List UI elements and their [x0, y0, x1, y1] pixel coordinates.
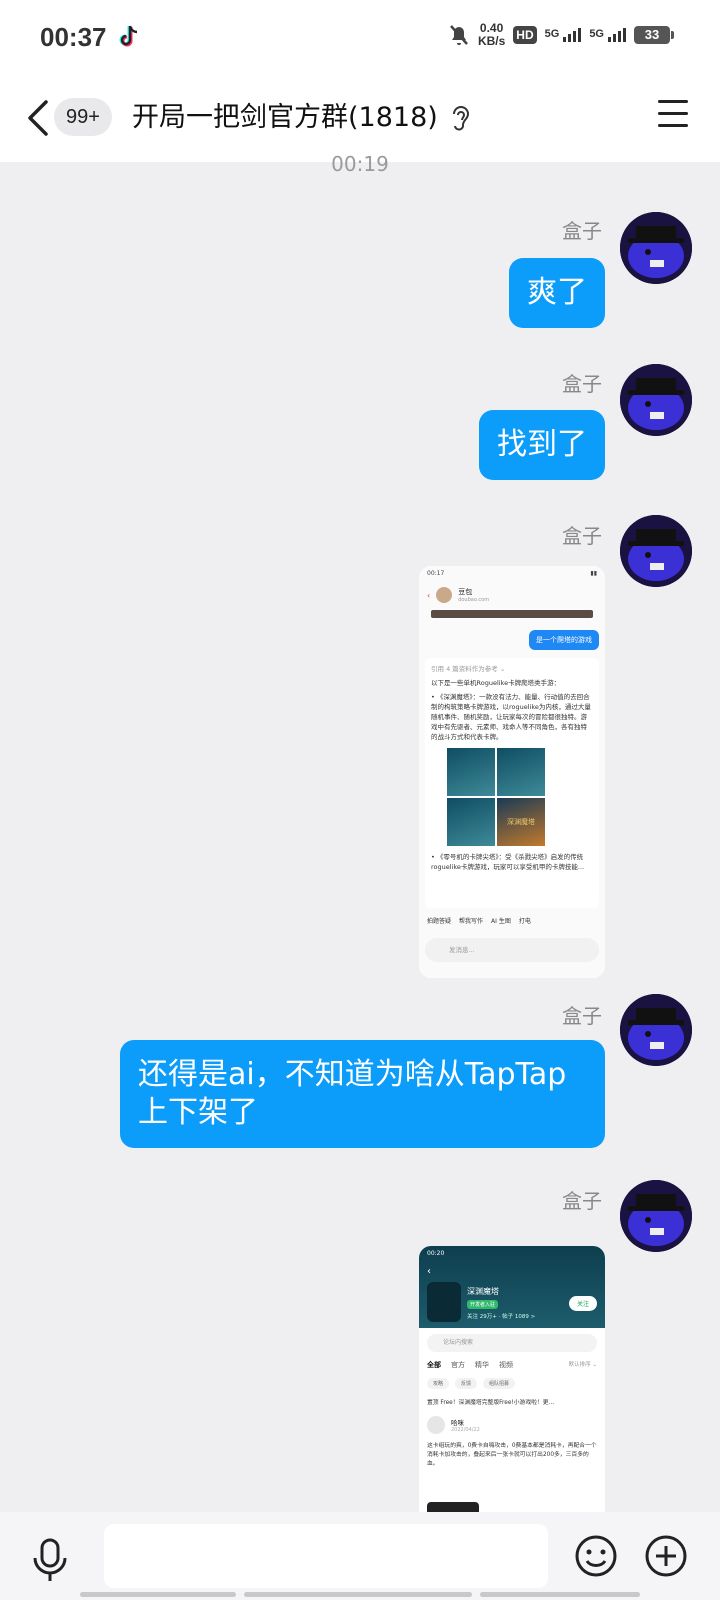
menu-line — [658, 124, 688, 127]
message-input[interactable] — [104, 1524, 548, 1588]
thumb-toolbar: 拍题答疑 帮我写作 AI 生图 打电 — [427, 918, 531, 925]
avatar[interactable] — [620, 364, 692, 436]
thumb-game-header: 00:20 ‹ 深渊魔塔 开发者入驻 关注 29万+ · 帖子 1089 > 关… — [419, 1246, 605, 1328]
unread-count-badge[interactable]: 99+ — [54, 98, 112, 136]
image-message-doubao[interactable]: 00:17 ▮▮ ‹ 豆包 doubao.com 是一个爬塔的游戏 引用 4 篇资料… — [419, 566, 605, 978]
avatar-image — [620, 212, 692, 284]
sender-name: 盒子 — [562, 372, 602, 396]
thumb-chips: 攻略 反馈 组队招募 — [419, 1372, 605, 1395]
avatar-image — [620, 364, 692, 436]
thumb-status-bar: 00:17 ▮▮ — [427, 570, 597, 577]
thumb-post-user: 哈咪 2022/04/22 — [419, 1412, 605, 1438]
message-bubble[interactable]: 爽了 — [509, 258, 605, 328]
thumb-game-images: 深渊魔塔 — [447, 748, 593, 846]
status-icons: 0.40 KB/s HD 5G 5G 33 — [448, 21, 674, 48]
avatar[interactable] — [620, 1180, 692, 1252]
thumb-notice: 置顶 Free！深渊魔塔完整版Free!小游戏啦！更... — [427, 1400, 555, 1406]
sender-name: 盒子 — [562, 1004, 602, 1028]
thumb-search: 论坛内搜索 — [427, 1334, 597, 1352]
thumb-post-text: 这卡组玩的爽，0费卡自嗨攻击，0费基本都是消耗卡，再配合一个消耗卡加攻击的，叠起… — [427, 1443, 597, 1467]
gesture-pill — [80, 1592, 236, 1597]
avatar-image — [620, 1180, 692, 1252]
thumb-answer-card: 引用 4 篇资料作为参考 ⌄ 以下是一些单机Roguelike卡牌爬塔类手游： … — [425, 658, 599, 908]
message-bubble[interactable]: 找到了 — [479, 410, 605, 480]
ear-icon[interactable] — [448, 103, 472, 133]
chat-header: 99+ 开局一把剑官方群(1818) — [0, 78, 720, 162]
avatar[interactable] — [620, 515, 692, 587]
thumb-header: ‹ 豆包 doubao.com — [427, 587, 490, 603]
signal-sim2-icon: 5G — [589, 28, 626, 42]
menu-button[interactable] — [658, 100, 690, 130]
message-timestamp: 00:19 — [331, 152, 389, 176]
microphone-button[interactable] — [30, 1536, 70, 1584]
status-bar: 00:37 0.40 KB/s HD 5G 5G 33 — [0, 0, 720, 78]
signal-sim1-icon: 5G — [545, 28, 582, 42]
mute-bell-icon — [450, 25, 468, 45]
menu-line — [658, 100, 688, 103]
gesture-pill — [480, 1592, 640, 1597]
sender-name: 盒子 — [562, 1189, 602, 1213]
avatar-image — [620, 515, 692, 587]
add-button[interactable] — [644, 1534, 688, 1578]
chat-title: 开局一把剑官方群(1818) — [132, 102, 438, 133]
gesture-pill — [244, 1592, 472, 1597]
thumb-tabs: 全部 官方 精华 视频 默认排序 ⌄ — [427, 1361, 597, 1369]
avatar-image — [620, 994, 692, 1066]
tiktok-icon — [119, 25, 138, 47]
sender-name: 盒子 — [562, 524, 602, 548]
hd-badge: HD — [513, 26, 537, 44]
net-speed: 0.40 KB/s — [477, 21, 506, 48]
input-bar — [0, 1512, 720, 1600]
status-time: 00:37 — [40, 22, 107, 52]
gesture-bar — [0, 1592, 720, 1598]
thumb-question-bubble: 是一个爬塔的游戏 — [529, 630, 599, 650]
avatar[interactable] — [620, 994, 692, 1066]
battery-icon: 33 — [634, 26, 674, 44]
thumb-input: 发消息... — [425, 938, 599, 962]
back-button[interactable] — [22, 96, 56, 140]
menu-line — [658, 112, 688, 115]
image-message-taptap[interactable]: 00:20 ‹ 深渊魔塔 开发者入驻 关注 29万+ · 帖子 1089 > 关… — [419, 1246, 605, 1516]
sender-name: 盒子 — [562, 219, 602, 243]
message-bubble[interactable]: 还得是ai，不知道为啥从TapTap上下架了 — [120, 1040, 605, 1148]
avatar[interactable] — [620, 212, 692, 284]
emoji-button[interactable] — [574, 1534, 618, 1578]
